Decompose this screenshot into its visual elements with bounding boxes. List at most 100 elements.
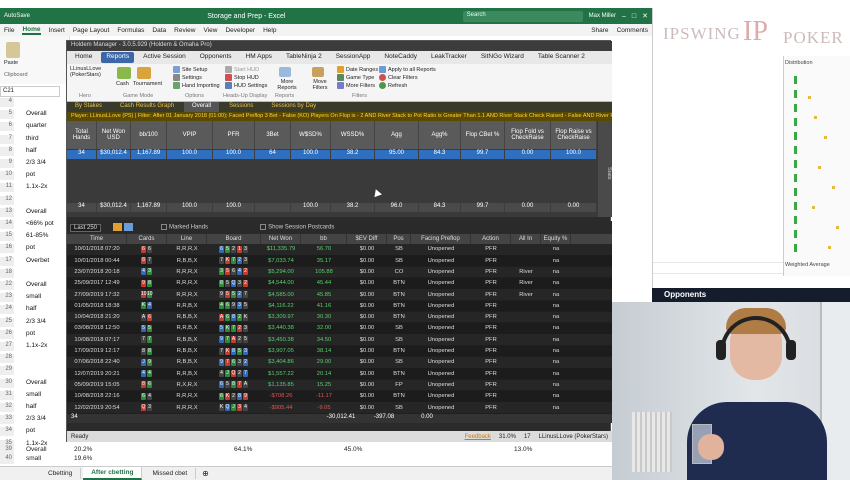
cell-label[interactable]: <66% pot <box>26 220 54 229</box>
hand-row[interactable]: 10/04/2018 21:20 A 6 R,B,B,X A 6 8 2 K $3,309.97 3… <box>67 311 612 323</box>
stats-column-header[interactable]: bb/100 <box>131 121 167 149</box>
hands-column-header[interactable]: Facing Preflop <box>411 234 471 244</box>
cell-label[interactable]: Overbet <box>26 257 49 266</box>
stats-column-header[interactable]: W$SD% <box>291 121 331 149</box>
apply-all-reports-button[interactable]: Apply to all Reports <box>379 66 436 73</box>
row-header[interactable]: 5 <box>0 110 14 120</box>
row-header[interactable]: 22 <box>0 281 14 290</box>
stats-column-header[interactable]: Flop Raise vs CheckRaise <box>551 121 597 149</box>
hands-count-select[interactable]: Last 250 <box>70 223 102 232</box>
date-ranges-button[interactable]: Date Ranges <box>337 66 378 73</box>
hm-tab-table-scanner[interactable]: Table Scanner 2 <box>533 52 590 63</box>
table-cell[interactable]: 13.0% <box>514 446 532 453</box>
replay-icon[interactable] <box>124 223 133 231</box>
cell-label[interactable]: Overall <box>26 110 47 119</box>
distribution-chart[interactable] <box>783 56 850 276</box>
hands-column-header[interactable]: Cards <box>127 234 167 244</box>
cell-label[interactable]: quarter <box>26 122 47 131</box>
row-header[interactable]: 31 <box>0 390 14 400</box>
row-header[interactable]: 28 <box>0 354 14 364</box>
row-header[interactable]: 9 <box>0 159 14 168</box>
show-postcards-toggle[interactable]: Show Session Postcards <box>260 224 334 231</box>
cell-label[interactable]: 2/3 3/4 <box>26 159 46 168</box>
cell-label[interactable]: 2/3 3/4 <box>26 415 46 424</box>
excel-bottom-rows[interactable]: 39 Overall 20.2% 64.1% 45.0% 13.0% 40 small 19.6… <box>0 446 652 466</box>
excel-tab-data[interactable]: Data <box>152 27 166 34</box>
hands-column-header[interactable]: Equity % <box>541 234 571 244</box>
table-cell[interactable]: 64.1% <box>234 446 252 453</box>
name-box[interactable]: C21 <box>0 86 60 97</box>
hand-row[interactable]: 07/06/2018 22:40 J 9 R,B,B,X 9 7 6 3 2 $3,404.86 2… <box>67 357 612 368</box>
refresh-button[interactable]: Refresh <box>379 82 407 89</box>
excel-tab-page-layout[interactable]: Page Layout <box>73 27 110 34</box>
clear-filters-button[interactable]: Clear Filters <box>379 74 418 81</box>
row-header[interactable]: 18 <box>0 268 14 278</box>
hands-column-header[interactable]: bb <box>301 234 347 244</box>
cell-label[interactable]: pot <box>26 244 35 253</box>
row-header[interactable]: 29 <box>0 366 14 376</box>
view-tab-by-stakes[interactable]: By Stakes <box>67 102 110 112</box>
hand-row[interactable]: 01/05/2018 18:38 K 4 R,R,B,X 4 6 9 3 5 $4,116.22 4… <box>67 300 612 312</box>
hand-row[interactable]: 10/08/2018 22:16 6 4 R,R,R,X 6 K 2 8 9 -$708.26 -1… <box>67 390 612 402</box>
excel-search-input[interactable]: Search <box>462 10 583 22</box>
start-hud-button[interactable]: Start HUD <box>225 66 259 73</box>
stats-column-header[interactable]: Agg% <box>419 121 461 149</box>
hands-column-header[interactable]: Net Won <box>261 234 301 244</box>
row-header[interactable]: 30 <box>0 378 14 388</box>
hm-tab-reports[interactable]: Reports <box>101 52 135 63</box>
view-tab-sessions[interactable]: Sessions <box>221 102 261 112</box>
cash-button[interactable]: Cash <box>116 81 129 87</box>
table-cell[interactable]: small <box>26 455 41 462</box>
tournament-icon[interactable] <box>137 67 151 79</box>
hands-column-header[interactable]: Line <box>167 234 207 244</box>
paste-label[interactable]: Paste <box>4 60 18 66</box>
stats-column-header[interactable]: 3Bet <box>255 121 291 149</box>
cash-icon[interactable] <box>117 67 131 79</box>
row-header[interactable]: 39 <box>0 446 14 455</box>
tournament-button[interactable]: Tournament <box>133 81 162 87</box>
excel-tab-developer[interactable]: Developer <box>225 27 255 34</box>
hand-row[interactable]: 05/09/2019 15:05 8 6 R,X,R,X 6 5 8 7 A $1,135.85 1… <box>67 379 612 391</box>
stats-column-header[interactable]: Net Won USD <box>97 121 131 149</box>
cell-label[interactable]: 1.1x-2x <box>26 183 47 192</box>
row-header[interactable]: 27 <box>0 342 14 351</box>
stats-row-selected[interactable]: 34 $30,012.4 1,167.89 100.0 100.0 64 100.0 38.2… <box>67 150 597 159</box>
excel-tab-review[interactable]: Review <box>174 27 195 34</box>
row-header[interactable]: 26 <box>0 329 14 339</box>
hud-settings-button[interactable]: HUD Settings <box>225 82 267 89</box>
table-cell[interactable]: Overall <box>26 446 47 453</box>
feedback-link[interactable]: Feedback <box>465 434 491 440</box>
status-user[interactable]: LLinusLLove (PokerStars) <box>539 434 608 440</box>
row-header[interactable]: 25 <box>0 317 14 327</box>
cell-label[interactable]: half <box>26 147 36 156</box>
excel-tab-help[interactable]: Help <box>263 27 276 34</box>
sheet-tab-missed-cbet[interactable]: Missed cbet <box>144 468 197 479</box>
excel-tab-view[interactable]: View <box>203 27 217 34</box>
sheet-tab-cbetting[interactable]: Cbetting <box>40 468 82 479</box>
hero-selector[interactable]: LLinusLLove (PokerStars) <box>70 66 112 78</box>
row-header[interactable]: 16 <box>0 244 14 254</box>
excel-user-name[interactable]: Max Miller <box>589 13 616 19</box>
row-header[interactable]: 13 <box>0 207 14 217</box>
hand-row[interactable]: 10/01/2018 00:44 8 7 R,B,B,X 7 K 7 2 3 $7,033.74 3… <box>67 255 612 266</box>
more-reports-icon[interactable] <box>279 67 291 77</box>
row-header[interactable]: 33 <box>0 415 14 425</box>
hand-row[interactable]: 27/09/2019 17:32 1010 R,R,R,X 9 5 5 2 7 $4,585.0… <box>67 289 612 300</box>
hand-row[interactable]: 25/09/2017 12:49 9 8 R,R,R,X 8 5 Q 3 2 $4,544.00 4… <box>67 277 612 289</box>
autosave-label[interactable]: AutoSave <box>4 13 30 19</box>
cell-label[interactable]: Overall <box>26 379 47 388</box>
view-tab-overall[interactable]: Overall <box>184 102 220 112</box>
cell-label[interactable]: Overall <box>26 208 47 217</box>
table-cell[interactable]: 19.6% <box>74 455 92 462</box>
move-filters-button[interactable]: Move Filters <box>307 79 333 91</box>
paste-icon[interactable] <box>6 42 20 58</box>
hands-column-header[interactable]: Board <box>207 234 261 244</box>
table-cell[interactable]: 20.2% <box>74 446 92 453</box>
hand-row[interactable]: 03/08/2018 12:50 5 5 R,R,B,X 5 K 7 2 3 $3,440.38 3… <box>67 323 612 334</box>
marked-hands-toggle[interactable]: Marked Hands <box>161 224 208 231</box>
cell-label[interactable]: half <box>26 403 36 412</box>
minimize-icon[interactable]: – <box>622 13 626 20</box>
hands-column-header[interactable]: Time <box>67 234 127 244</box>
row-header[interactable]: 17 <box>0 256 14 266</box>
cell-label[interactable]: half <box>26 305 36 314</box>
